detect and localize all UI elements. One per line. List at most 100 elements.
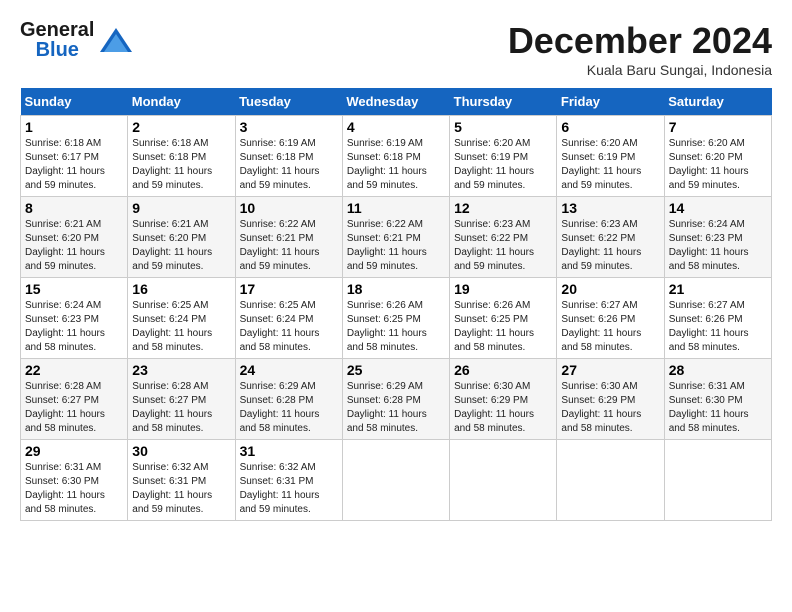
day-number: 30 [132,443,230,459]
day-number: 25 [347,362,445,378]
calendar-day-1: 1Sunrise: 6:18 AM Sunset: 6:17 PM Daylig… [21,116,128,197]
calendar-day-15: 15 Sunrise: 6:24 AM Sunset: 6:23 PM Dayli… [21,278,128,359]
day-number: 19 [454,281,552,297]
calendar-header-row: SundayMondayTuesdayWednesdayThursdayFrid… [21,88,772,116]
day-info: Sunrise: 6:20 AM Sunset: 6:19 PM Dayligh… [561,137,659,193]
day-info: Sunrise: 6:30 AM Sunset: 6:29 PM Dayligh… [454,380,552,436]
calendar-day-2: 2 Sunrise: 6:18 AM Sunset: 6:18 PM Daylig… [128,116,235,197]
day-number: 3 [240,119,338,135]
calendar-day-24: 24 Sunrise: 6:29 AM Sunset: 6:28 PM Dayli… [235,359,342,440]
day-info: Sunrise: 6:22 AM Sunset: 6:21 PM Dayligh… [240,218,338,274]
day-number: 12 [454,200,552,216]
calendar-day-19: 19 Sunrise: 6:26 AM Sunset: 6:25 PM Dayli… [450,278,557,359]
empty-cell [342,440,449,521]
day-info: Sunrise: 6:27 AM Sunset: 6:26 PM Dayligh… [669,299,767,355]
day-info: Sunrise: 6:21 AM Sunset: 6:20 PM Dayligh… [132,218,230,274]
day-info: Sunrise: 6:25 AM Sunset: 6:24 PM Dayligh… [240,299,338,355]
day-number: 15 [25,281,123,297]
day-number: 2 [132,119,230,135]
day-number: 24 [240,362,338,378]
day-info: Sunrise: 6:20 AM Sunset: 6:20 PM Dayligh… [669,137,767,193]
day-info: Sunrise: 6:19 AM Sunset: 6:18 PM Dayligh… [347,137,445,193]
calendar-day-3: 3 Sunrise: 6:19 AM Sunset: 6:18 PM Daylig… [235,116,342,197]
day-number: 10 [240,200,338,216]
month-title: December 2024 [508,20,772,62]
day-number: 9 [132,200,230,216]
day-info: Sunrise: 6:26 AM Sunset: 6:25 PM Dayligh… [347,299,445,355]
header-tuesday: Tuesday [235,88,342,116]
day-number: 16 [132,281,230,297]
calendar-day-4: 4 Sunrise: 6:19 AM Sunset: 6:18 PM Daylig… [342,116,449,197]
day-number: 22 [25,362,123,378]
calendar-day-25: 25 Sunrise: 6:29 AM Sunset: 6:28 PM Dayli… [342,359,449,440]
calendar-day-12: 12Sunrise: 6:23 AM Sunset: 6:22 PM Dayli… [450,197,557,278]
header: General Blue December 2024 Kuala Baru Su… [20,20,772,78]
day-info: Sunrise: 6:23 AM Sunset: 6:22 PM Dayligh… [561,218,659,274]
header-thursday: Thursday [450,88,557,116]
calendar-day-6: 6 Sunrise: 6:20 AM Sunset: 6:19 PM Daylig… [557,116,664,197]
header-friday: Friday [557,88,664,116]
day-info: Sunrise: 6:29 AM Sunset: 6:28 PM Dayligh… [347,380,445,436]
calendar-week-3: 15 Sunrise: 6:24 AM Sunset: 6:23 PM Dayli… [21,278,772,359]
day-number: 7 [669,119,767,135]
day-info: Sunrise: 6:20 AM Sunset: 6:19 PM Dayligh… [454,137,552,193]
day-info: Sunrise: 6:28 AM Sunset: 6:27 PM Dayligh… [132,380,230,436]
calendar-day-21: 21 Sunrise: 6:27 AM Sunset: 6:26 PM Dayli… [664,278,771,359]
day-number: 21 [669,281,767,297]
day-number: 20 [561,281,659,297]
day-number: 26 [454,362,552,378]
header-monday: Monday [128,88,235,116]
calendar-day-16: 16Sunrise: 6:25 AM Sunset: 6:24 PM Dayli… [128,278,235,359]
day-info: Sunrise: 6:18 AM Sunset: 6:18 PM Dayligh… [132,137,230,193]
day-info: Sunrise: 6:32 AM Sunset: 6:31 PM Dayligh… [132,461,230,517]
calendar-day-30: 30 Sunrise: 6:32 AM Sunset: 6:31 PM Dayli… [128,440,235,521]
empty-cell [664,440,771,521]
day-number: 23 [132,362,230,378]
header-saturday: Saturday [664,88,771,116]
empty-cell [557,440,664,521]
day-info: Sunrise: 6:31 AM Sunset: 6:30 PM Dayligh… [669,380,767,436]
day-number: 4 [347,119,445,135]
day-info: Sunrise: 6:24 AM Sunset: 6:23 PM Dayligh… [25,299,123,355]
day-info: Sunrise: 6:19 AM Sunset: 6:18 PM Dayligh… [240,137,338,193]
calendar-day-10: 10 Sunrise: 6:22 AM Sunset: 6:21 PM Dayli… [235,197,342,278]
calendar-day-22: 22 Sunrise: 6:28 AM Sunset: 6:27 PM Dayli… [21,359,128,440]
day-number: 6 [561,119,659,135]
day-number: 17 [240,281,338,297]
calendar-day-14: 14 Sunrise: 6:24 AM Sunset: 6:23 PM Dayli… [664,197,771,278]
day-info: Sunrise: 6:22 AM Sunset: 6:21 PM Dayligh… [347,218,445,274]
day-info: Sunrise: 6:29 AM Sunset: 6:28 PM Dayligh… [240,380,338,436]
day-number: 14 [669,200,767,216]
day-number: 11 [347,200,445,216]
calendar-week-4: 22 Sunrise: 6:28 AM Sunset: 6:27 PM Dayli… [21,359,772,440]
calendar-day-5: 5 Sunrise: 6:20 AM Sunset: 6:19 PM Daylig… [450,116,557,197]
day-number: 13 [561,200,659,216]
day-info: Sunrise: 6:28 AM Sunset: 6:27 PM Dayligh… [25,380,123,436]
logo: General Blue [20,20,134,60]
day-info: Sunrise: 6:26 AM Sunset: 6:25 PM Dayligh… [454,299,552,355]
calendar-week-1: 1Sunrise: 6:18 AM Sunset: 6:17 PM Daylig… [21,116,772,197]
calendar-day-23: 23 Sunrise: 6:28 AM Sunset: 6:27 PM Dayli… [128,359,235,440]
title-area: December 2024 Kuala Baru Sungai, Indones… [508,20,772,78]
logo-icon [98,26,134,54]
calendar-day-11: 11 Sunrise: 6:22 AM Sunset: 6:21 PM Dayli… [342,197,449,278]
day-info: Sunrise: 6:32 AM Sunset: 6:31 PM Dayligh… [240,461,338,517]
calendar-day-27: 27Sunrise: 6:30 AM Sunset: 6:29 PM Dayli… [557,359,664,440]
calendar-day-7: 7 Sunrise: 6:20 AM Sunset: 6:20 PM Daylig… [664,116,771,197]
logo-blue: Blue [36,40,79,60]
location-subtitle: Kuala Baru Sungai, Indonesia [508,62,772,78]
calendar-day-28: 28Sunrise: 6:31 AM Sunset: 6:30 PM Dayli… [664,359,771,440]
header-wednesday: Wednesday [342,88,449,116]
calendar-day-9: 9 Sunrise: 6:21 AM Sunset: 6:20 PM Daylig… [128,197,235,278]
day-info: Sunrise: 6:31 AM Sunset: 6:30 PM Dayligh… [25,461,123,517]
day-number: 5 [454,119,552,135]
day-number: 8 [25,200,123,216]
empty-cell [450,440,557,521]
day-info: Sunrise: 6:24 AM Sunset: 6:23 PM Dayligh… [669,218,767,274]
day-number: 29 [25,443,123,459]
calendar-day-17: 17 Sunrise: 6:25 AM Sunset: 6:24 PM Dayli… [235,278,342,359]
day-number: 27 [561,362,659,378]
calendar-day-31: 31Sunrise: 6:32 AM Sunset: 6:31 PM Dayli… [235,440,342,521]
day-number: 18 [347,281,445,297]
logo-general: General [20,20,94,40]
